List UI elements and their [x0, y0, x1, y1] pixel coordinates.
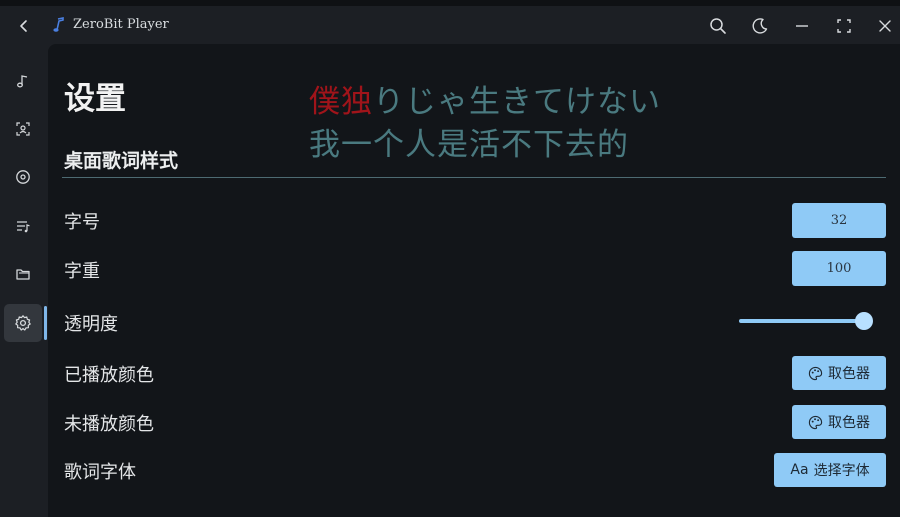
disc-icon: [16, 170, 30, 184]
unplayed-color-picker-button[interactable]: 取色器: [792, 405, 886, 439]
active-nav-indicator: [44, 306, 47, 340]
close-button[interactable]: [871, 13, 899, 39]
opacity-slider[interactable]: [739, 311, 873, 331]
sidebar: [0, 44, 48, 517]
font-aa-icon: Aa: [790, 462, 809, 478]
sidebar-item-artists[interactable]: [4, 110, 42, 148]
lyric-unplayed-text: りじゃ生きてけない: [373, 84, 661, 120]
font-weight-input[interactable]: [792, 251, 886, 286]
app-window: ZeroBit Player 设置 僕独りじゃ生きてけない 我一个人是活不下去的…: [0, 0, 900, 517]
played-color-picker-button[interactable]: 取色器: [792, 356, 886, 390]
theme-toggle-button[interactable]: [746, 13, 774, 39]
music-note-icon: [17, 75, 28, 88]
opacity-label: 透明度: [64, 314, 118, 335]
minimize-button[interactable]: [788, 13, 816, 39]
chevron-left-icon: [20, 20, 27, 32]
page-title: 设置: [64, 81, 126, 117]
select-font-button[interactable]: Aa 选择字体: [774, 453, 886, 487]
palette-icon: [808, 415, 823, 429]
lyric-preview-line-2: 我一个人是活不下去的: [309, 127, 629, 163]
face-scan-icon: [16, 122, 30, 136]
opacity-slider-thumb[interactable]: [855, 312, 873, 330]
lyric-font-label: 歌词字体: [64, 462, 136, 483]
lyric-played-text: 僕独: [309, 84, 373, 120]
section-divider: [62, 177, 886, 178]
unplayed-color-picker-label: 取色器: [828, 415, 870, 431]
search-button[interactable]: [704, 13, 732, 39]
fullscreen-icon: [837, 19, 851, 33]
select-font-label: 选择字体: [813, 463, 870, 479]
unplayed-color-label: 未播放颜色: [64, 414, 154, 435]
music-note-logo-icon: [53, 17, 64, 32]
back-button[interactable]: [12, 14, 36, 38]
settings-panel: 设置 僕独りじゃ生きてけない 我一个人是活不下去的 桌面歌词样式 字号 字重 透…: [48, 44, 900, 517]
fullscreen-button[interactable]: [830, 13, 858, 39]
sidebar-item-albums[interactable]: [4, 158, 42, 196]
minimize-icon: [796, 25, 808, 27]
palette-icon: [808, 366, 823, 380]
sidebar-item-playlists[interactable]: [4, 207, 42, 245]
font-size-label: 字号: [64, 212, 100, 233]
lyric-preview-line-1: 僕独りじゃ生きてけない: [309, 76, 661, 121]
title-bar: ZeroBit Player: [0, 6, 900, 44]
played-color-label: 已播放颜色: [64, 365, 154, 386]
opacity-slider-track[interactable]: [739, 319, 863, 323]
sidebar-item-settings[interactable]: [4, 304, 42, 342]
sidebar-item-music[interactable]: [4, 62, 42, 100]
font-weight-label: 字重: [64, 261, 100, 282]
sidebar-item-folders[interactable]: [4, 255, 42, 293]
folder-icon: [16, 269, 30, 280]
app-title: ZeroBit Player: [73, 17, 169, 32]
moon-icon: [752, 18, 768, 34]
close-icon: [879, 20, 891, 32]
playlist-icon: [17, 221, 30, 233]
font-size-input[interactable]: [792, 203, 886, 238]
section-title: 桌面歌词样式: [64, 150, 179, 172]
played-color-picker-label: 取色器: [828, 366, 870, 382]
search-icon: [710, 18, 726, 34]
gear-icon: [15, 315, 31, 331]
